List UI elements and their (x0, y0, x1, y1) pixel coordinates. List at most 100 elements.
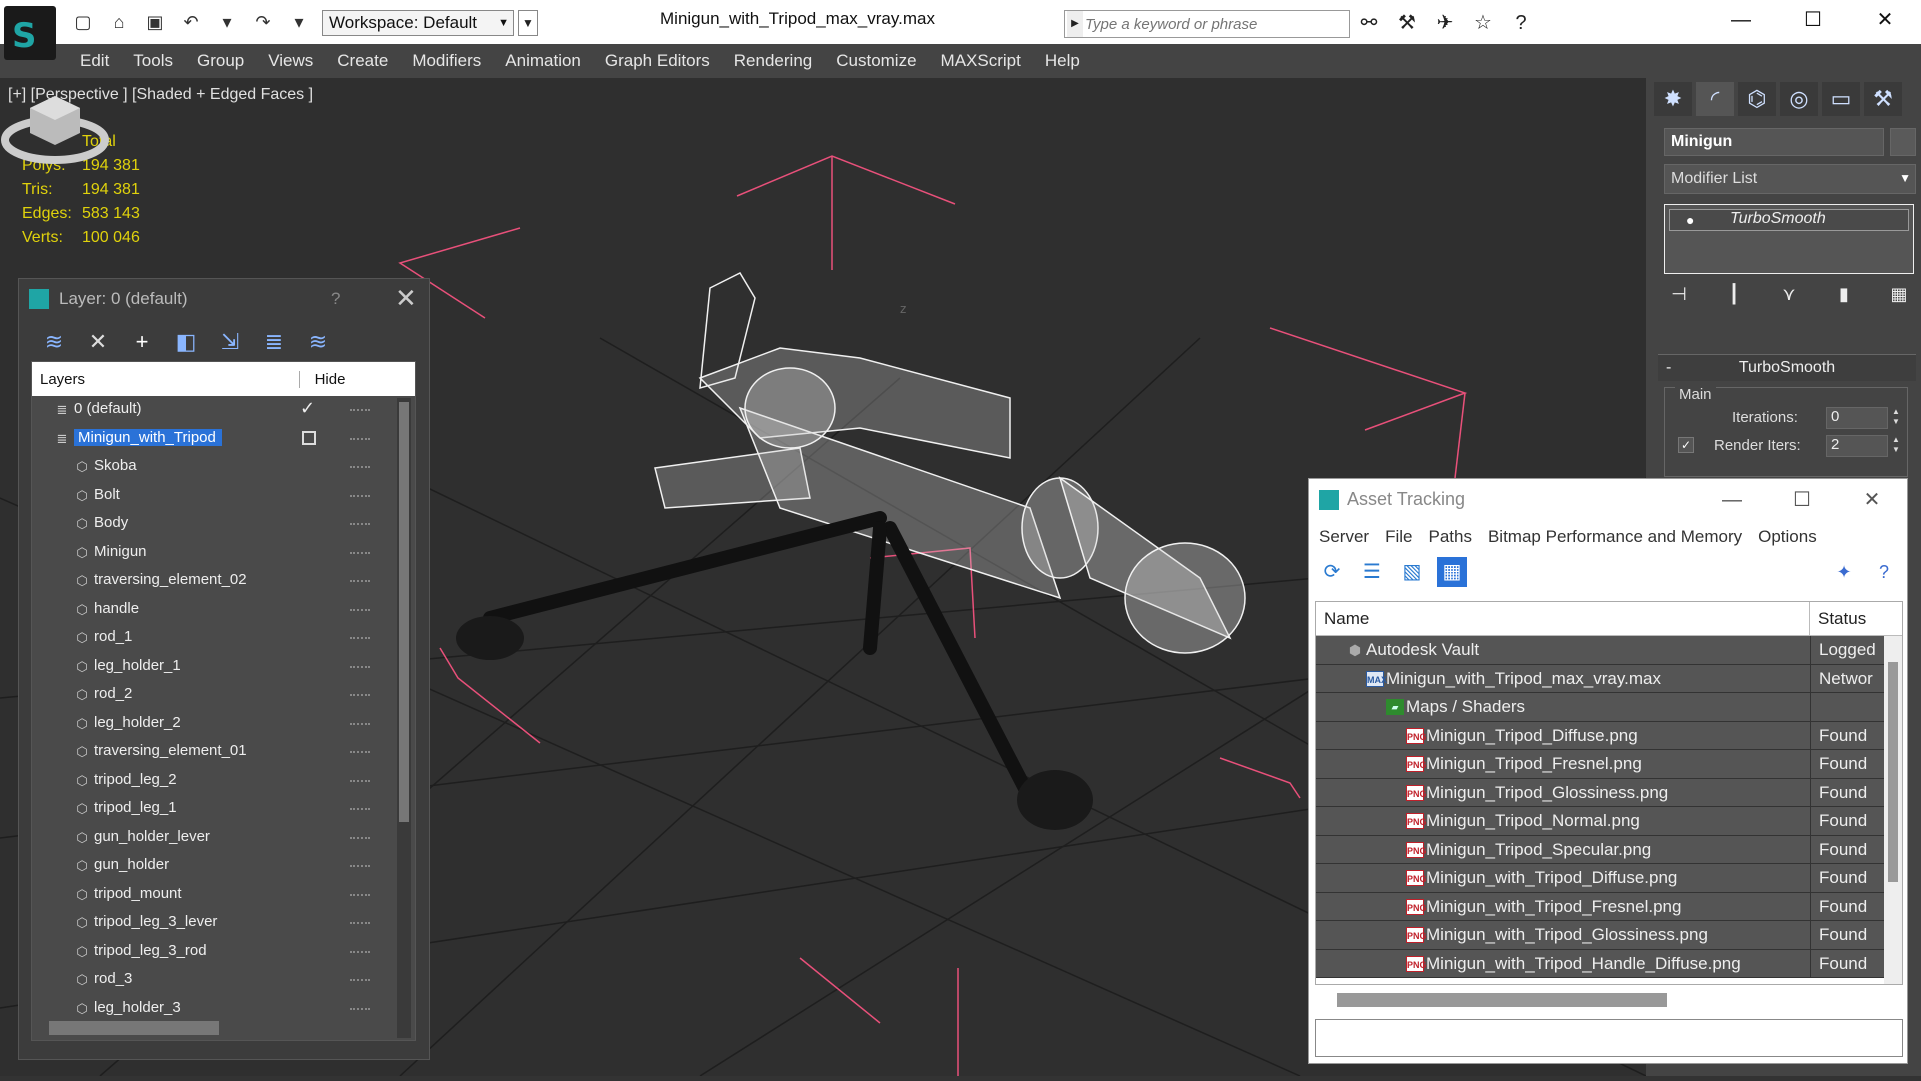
table-view-icon[interactable]: ▦ (1437, 557, 1467, 587)
hide-toggle[interactable] (350, 694, 370, 696)
show-end-result-icon[interactable]: ┃ (1719, 284, 1749, 310)
current-layer-check-icon[interactable]: ✓ (300, 398, 315, 419)
minimize-icon[interactable]: — (1697, 479, 1767, 521)
stack-item-turbosmooth[interactable]: ● TurboSmooth (1669, 209, 1909, 231)
menu-customize[interactable]: Customize (836, 51, 916, 71)
signin-icon[interactable]: ✈ (1432, 10, 1458, 36)
hide-toggle[interactable] (350, 779, 370, 782)
menu-animation[interactable]: Animation (505, 51, 581, 71)
object-row[interactable]: ⬡ leg_holder_3 (32, 995, 415, 1024)
select-objects-icon[interactable]: ⇲ (215, 327, 245, 357)
rollout-header[interactable]: - TurboSmooth (1658, 355, 1916, 381)
menu-maxscript[interactable]: MAXScript (941, 51, 1021, 71)
set-current-box-icon[interactable] (302, 430, 316, 445)
hide-toggle[interactable] (350, 551, 370, 554)
scroll-thumb[interactable] (399, 402, 409, 822)
asset-row[interactable]: PNG Minigun_with_Tripod_Diffuse.png Found (1316, 864, 1902, 893)
menu-modifiers[interactable]: Modifiers (412, 51, 481, 71)
utilities-tab-icon[interactable]: ⚒ (1864, 82, 1902, 116)
hide-toggle[interactable] (350, 950, 370, 953)
render-iters-spinner[interactable]: 2 (1826, 435, 1888, 457)
menu-options[interactable]: Options (1758, 527, 1817, 547)
menu-graph-editors[interactable]: Graph Editors (605, 51, 710, 71)
object-row[interactable]: ⬡ tripod_leg_3_lever (32, 909, 415, 938)
help-icon[interactable]: ? (1508, 10, 1534, 36)
hide-toggle[interactable] (350, 865, 370, 867)
create-layer-icon[interactable]: + (127, 327, 157, 357)
motion-tab-icon[interactable]: ◎ (1780, 82, 1818, 116)
modify-tab-icon[interactable]: ◜ (1696, 82, 1734, 116)
new-file-icon[interactable]: ▢ (70, 10, 96, 34)
object-row[interactable]: ⬡ tripod_mount (32, 881, 415, 910)
menu-rendering[interactable]: Rendering (734, 51, 812, 71)
object-name-field[interactable]: Minigun (1664, 128, 1884, 156)
menu-tools[interactable]: Tools (133, 51, 173, 71)
search-expand-icon[interactable]: ▶ (1067, 11, 1083, 37)
hide-toggle[interactable] (350, 580, 370, 582)
object-color-swatch[interactable] (1890, 128, 1916, 156)
hide-toggle[interactable] (350, 523, 370, 525)
search-input[interactable] (1085, 13, 1345, 35)
hide-toggle[interactable] (350, 637, 370, 639)
delete-layer-icon[interactable]: ✕ (83, 327, 113, 357)
remove-modifier-icon[interactable]: ▮ (1829, 284, 1859, 310)
refresh-icon[interactable]: ⟳ (1317, 557, 1347, 587)
menu-views[interactable]: Views (268, 51, 313, 71)
workspace-select[interactable]: Workspace: Default ▼ (322, 10, 514, 36)
asset-row[interactable]: PNG Minigun_Tripod_Diffuse.png Found (1316, 721, 1902, 750)
object-row[interactable]: ⬡ Body (32, 510, 415, 539)
list-view-icon[interactable]: ☰ (1357, 557, 1387, 587)
undo-icon[interactable]: ↶ (178, 10, 204, 34)
column-status[interactable]: Status (1810, 602, 1874, 635)
hide-toggle[interactable] (350, 808, 370, 810)
save-icon[interactable]: ▣ (142, 10, 168, 34)
spinner-arrows-icon[interactable]: ▲ ▼ (1892, 407, 1902, 427)
asset-row[interactable]: PNG Minigun_Tripod_Glossiness.png Found (1316, 778, 1902, 807)
layer-settings-icon[interactable]: ≋ (39, 327, 69, 357)
hierarchy-tab-icon[interactable]: ⌬ (1738, 82, 1776, 116)
layer-horizontal-scrollbar[interactable] (49, 1021, 219, 1035)
spinner-arrows-icon[interactable]: ▲ ▼ (1892, 435, 1902, 455)
help-button[interactable]: ? (331, 289, 340, 309)
object-row[interactable]: ⬡ traversing_element_02 (32, 567, 415, 596)
asset-row[interactable]: PNG Minigun_with_Tripod_Fresnel.png Found (1316, 892, 1902, 921)
asset-row[interactable]: PNG Minigun_with_Tripod_Handle_Diffuse.pn… (1316, 949, 1902, 978)
column-layers[interactable]: Layers (32, 370, 300, 388)
object-row[interactable]: ⬡ leg_holder_2 (32, 710, 415, 739)
hide-toggle[interactable] (350, 1007, 370, 1010)
menu-file[interactable]: File (1385, 527, 1412, 547)
hide-toggle[interactable] (350, 722, 370, 725)
make-unique-icon[interactable]: ⋎ (1774, 284, 1804, 310)
highlight-layer-icon[interactable]: ≣ (259, 327, 289, 357)
scroll-thumb[interactable] (1888, 662, 1898, 882)
asset-horizontal-scrollbar[interactable] (1337, 993, 1667, 1007)
object-row[interactable]: ⬡ handle (32, 596, 415, 625)
asset-vertical-scrollbar[interactable] (1884, 636, 1902, 984)
app-logo-icon[interactable]: S (4, 6, 56, 60)
asset-row[interactable]: PNG Minigun_Tripod_Normal.png Found (1316, 807, 1902, 836)
close-icon[interactable]: ✕ (1837, 479, 1907, 521)
redo-dropdown-icon[interactable]: ▾ (286, 10, 312, 34)
lightbulb-icon[interactable]: ● (1686, 212, 1694, 228)
object-row[interactable]: ⬡ rod_1 (32, 624, 415, 653)
display-tab-icon[interactable]: ▭ (1822, 82, 1860, 116)
minimize-icon[interactable]: — (1705, 0, 1777, 40)
object-row[interactable]: ⬡ tripod_leg_2 (32, 767, 415, 796)
layer-row[interactable]: ≣ Minigun_with_Tripod (32, 425, 415, 454)
object-row[interactable]: ⬡ traversing_element_01 (32, 738, 415, 767)
hide-toggle[interactable] (350, 494, 370, 497)
object-row[interactable]: ⬡ gun_holder_lever (32, 824, 415, 853)
asset-row[interactable]: PNG Minigun_Tripod_Fresnel.png Found (1316, 750, 1902, 779)
workspace-menu-button[interactable]: ▼ (518, 10, 538, 36)
menu-bitmap-performance[interactable]: Bitmap Performance and Memory (1488, 527, 1742, 547)
open-file-icon[interactable]: ⌂ (106, 10, 132, 34)
close-icon[interactable]: ✕ (1849, 0, 1921, 40)
close-icon[interactable]: ✕ (395, 283, 417, 314)
thumbnail-view-icon[interactable]: ▧ (1397, 557, 1427, 587)
hide-toggle[interactable] (350, 665, 370, 668)
set-current-layer-icon[interactable]: ≋ (303, 327, 333, 357)
object-row[interactable]: ⬡ Bolt (32, 482, 415, 511)
object-row[interactable]: ⬡ rod_3 (32, 966, 415, 995)
hide-toggle[interactable] (350, 922, 370, 924)
render-iters-checkbox[interactable]: ✓ (1678, 437, 1694, 453)
